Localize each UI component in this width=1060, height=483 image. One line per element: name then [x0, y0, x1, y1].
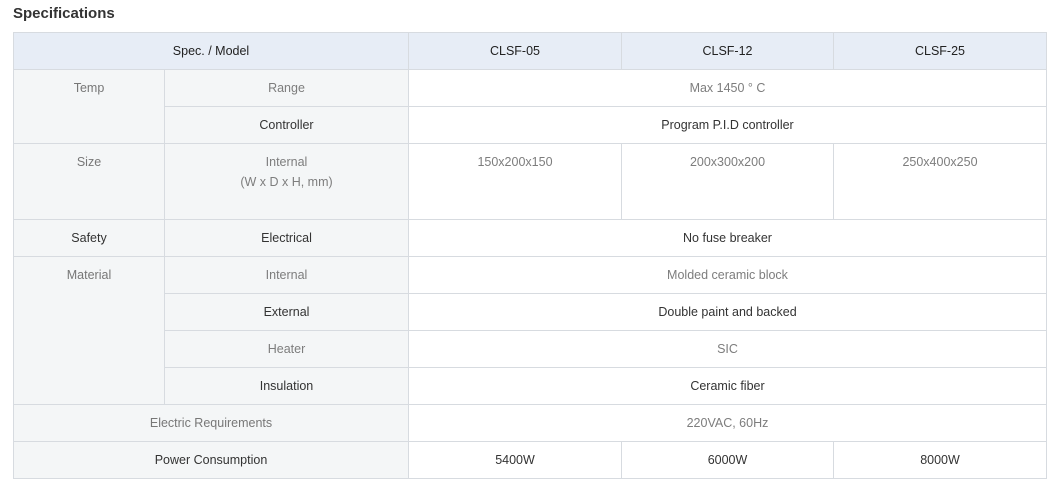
label-material-internal: Internal	[164, 256, 409, 294]
label-electric-requirements: Electric Requirements	[13, 404, 409, 442]
header-model-clsf-12: CLSF-12	[621, 32, 834, 70]
header-spec-model: Spec. / Model	[13, 32, 409, 70]
value-temp-range: Max 1450 ° C	[408, 69, 1047, 107]
category-safety: Safety	[13, 219, 165, 257]
value-safety-electrical: No fuse breaker	[408, 219, 1047, 257]
table-row: Safety Electrical No fuse breaker	[13, 219, 1047, 257]
value-electric-requirements: 220VAC, 60Hz	[408, 404, 1047, 442]
page-title: Specifications	[13, 5, 115, 22]
label-temp-controller: Controller	[164, 106, 409, 144]
table-row: Size Internal (W x D x H, mm) 150x200x15…	[13, 143, 1047, 220]
label-temp-range: Range	[164, 69, 409, 107]
label-material-external: External	[164, 293, 409, 331]
value-size-clsf-12: 200x300x200	[621, 143, 834, 220]
value-power-clsf-05: 5400W	[408, 441, 622, 479]
value-material-heater: SIC	[408, 330, 1047, 368]
header-model-clsf-05: CLSF-05	[408, 32, 622, 70]
label-power-consumption: Power Consumption	[13, 441, 409, 479]
value-power-clsf-12: 6000W	[621, 441, 834, 479]
header-model-clsf-25: CLSF-25	[833, 32, 1047, 70]
table-row: Heater SIC	[14, 330, 1047, 368]
label-material-insulation: Insulation	[164, 367, 409, 405]
table-row: Material Internal Molded ceramic block	[13, 256, 1047, 405]
value-material-external: Double paint and backed	[408, 293, 1047, 331]
value-material-internal: Molded ceramic block	[408, 256, 1047, 294]
value-size-clsf-05: 150x200x150	[408, 143, 622, 220]
label-material-heater: Heater	[164, 330, 409, 368]
value-size-clsf-25: 250x400x250	[833, 143, 1047, 220]
table-row: Electric Requirements 220VAC, 60Hz	[13, 404, 1047, 442]
value-power-clsf-25: 8000W	[833, 441, 1047, 479]
table-row: Controller Program P.I.D controller	[14, 106, 1047, 144]
value-material-insulation: Ceramic fiber	[408, 367, 1047, 405]
table-row: Insulation Ceramic fiber	[14, 367, 1047, 405]
label-size-internal-text: Internal	[265, 155, 308, 169]
table-row: Power Consumption 5400W 6000W 8000W	[13, 441, 1047, 479]
category-size: Size	[13, 143, 165, 220]
category-material: Material	[13, 256, 165, 405]
category-temp: Temp	[13, 69, 165, 144]
label-safety-electrical: Electrical	[164, 219, 409, 257]
specifications-table: Spec. / Model CLSF-05 CLSF-12 CLSF-25 Te…	[13, 32, 1047, 479]
label-size-unit: (W x D x H, mm)	[240, 175, 333, 189]
value-temp-controller: Program P.I.D controller	[408, 106, 1047, 144]
table-row: External Double paint and backed	[14, 293, 1047, 331]
label-size-internal: Internal (W x D x H, mm)	[164, 143, 409, 220]
table-row: Temp Range Max 1450 ° C	[13, 69, 1047, 144]
table-header-row: Spec. / Model CLSF-05 CLSF-12 CLSF-25	[13, 32, 1047, 70]
